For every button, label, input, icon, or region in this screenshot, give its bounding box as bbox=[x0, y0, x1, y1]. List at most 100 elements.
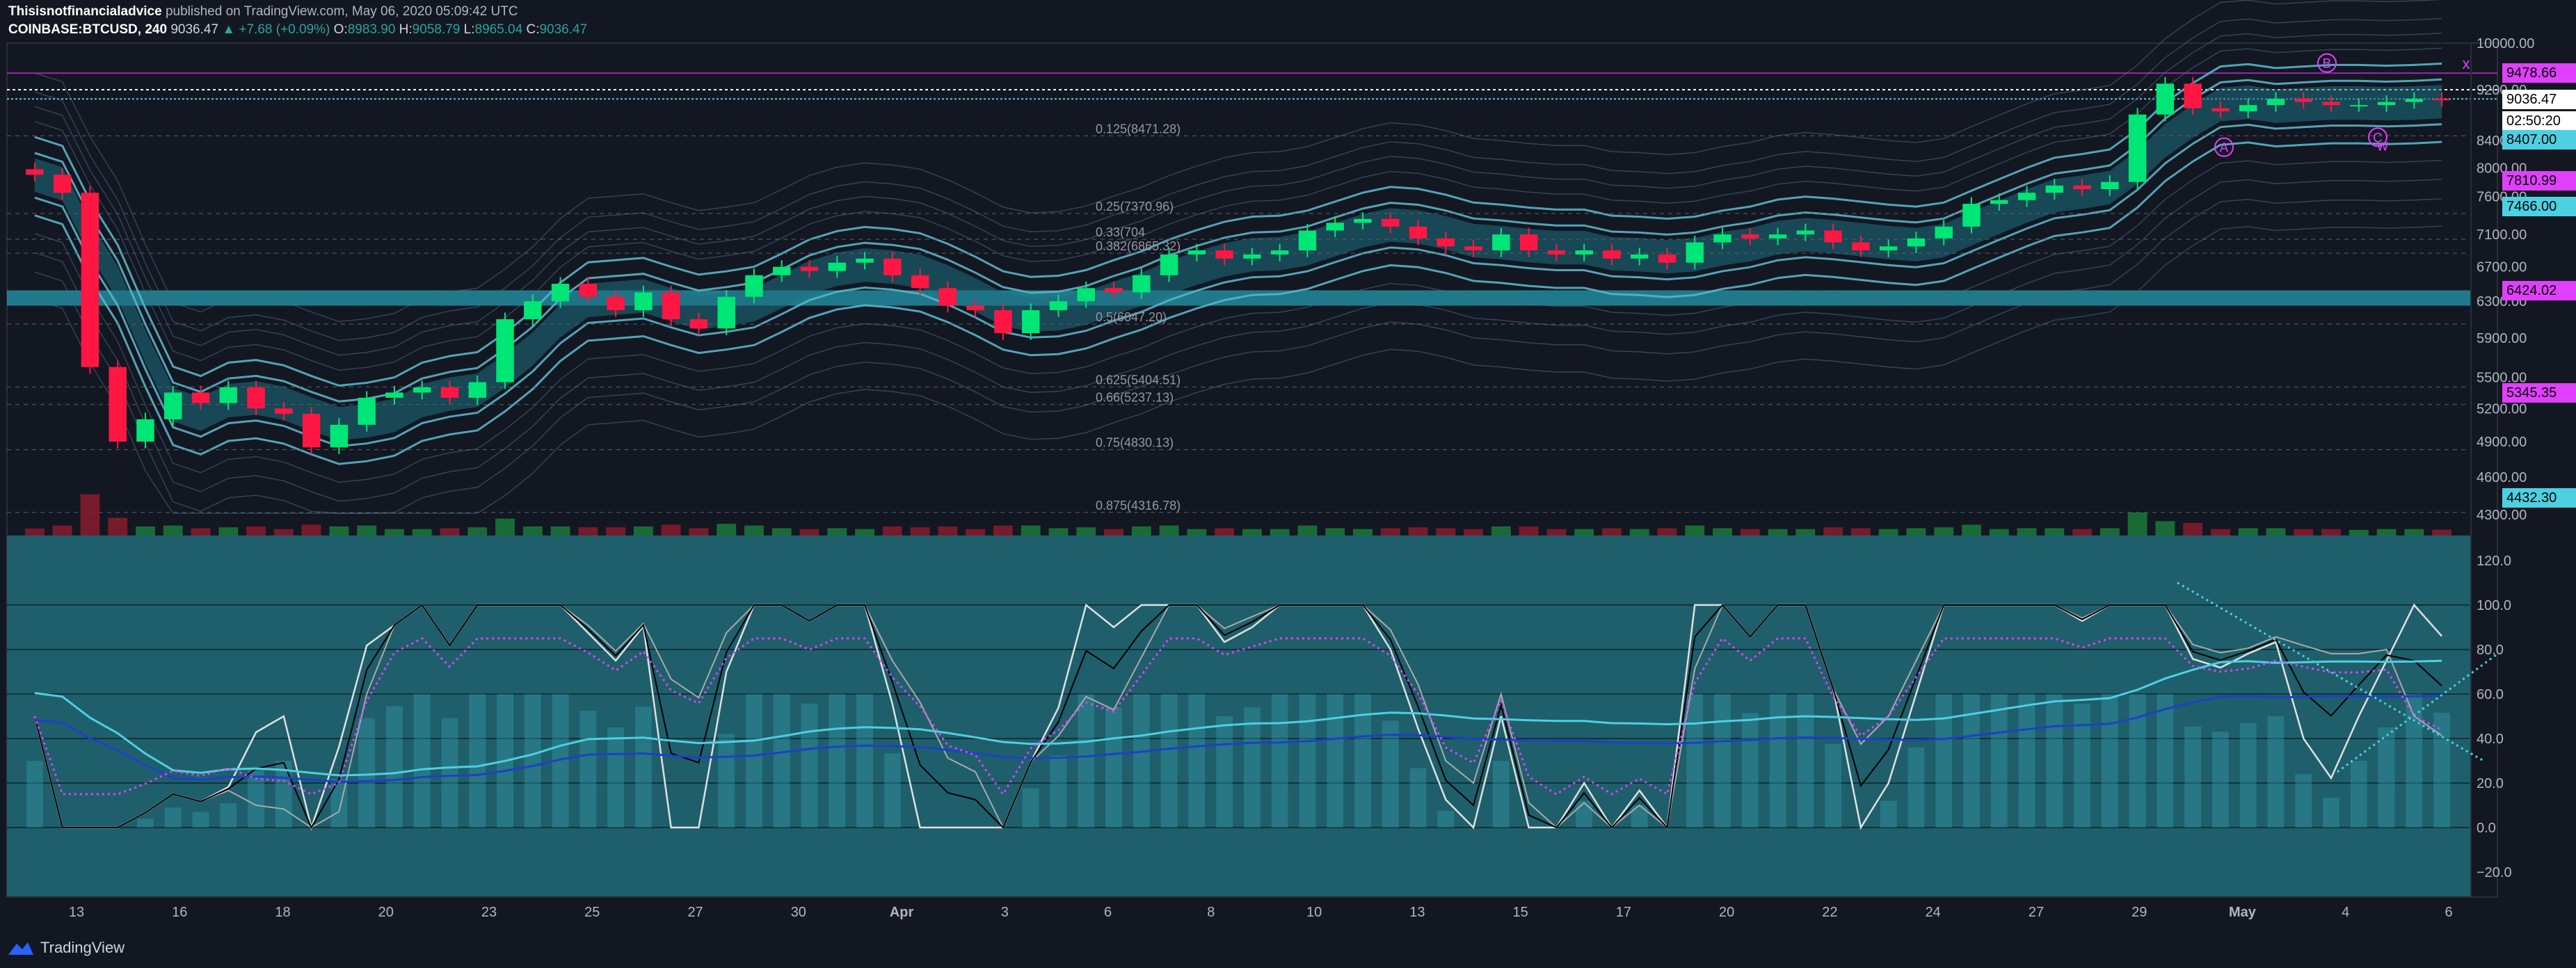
author-name[interactable]: Thisisnotfinancialadvice bbox=[8, 4, 162, 19]
volume-bar bbox=[108, 517, 128, 535]
candle-body bbox=[1907, 238, 1926, 247]
time-tick-label: Apr bbox=[890, 905, 914, 920]
volume-bar bbox=[1878, 529, 1898, 535]
candle-body bbox=[1962, 204, 1981, 227]
price-change: ▲ +7.68 (+0.09%) bbox=[222, 22, 330, 37]
osc-histogram-bar bbox=[2295, 774, 2312, 828]
symbol-label[interactable]: COINBASE:BTCUSD, 240 bbox=[8, 22, 167, 37]
volume-bar bbox=[606, 527, 626, 535]
volume-bar bbox=[2266, 528, 2286, 535]
osc-histogram-bar bbox=[801, 703, 818, 828]
volume-bar bbox=[2072, 529, 2092, 535]
candle-body bbox=[1630, 254, 1649, 259]
volume-bar bbox=[744, 525, 764, 535]
envelope-line bbox=[34, 178, 2442, 502]
price-tag: 9478.66 bbox=[2502, 63, 2576, 83]
osc-histogram-bar bbox=[1576, 800, 1593, 828]
candle-body bbox=[579, 284, 598, 297]
tradingview-logo[interactable]: TradingView bbox=[7, 939, 125, 957]
candle-body bbox=[773, 266, 791, 275]
candle-body bbox=[828, 262, 847, 271]
osc-tick-label: 0.0 bbox=[2477, 821, 2496, 836]
candle-body bbox=[1741, 234, 1759, 239]
osc-histogram-bar bbox=[1769, 694, 1786, 828]
candle-body bbox=[385, 392, 403, 398]
candle-body bbox=[938, 288, 957, 306]
time-tick-label: 27 bbox=[2029, 905, 2044, 920]
osc-histogram-bar bbox=[2433, 712, 2451, 828]
time-tick-label: 13 bbox=[1409, 905, 1425, 920]
candle-body bbox=[136, 419, 154, 442]
osc-histogram-bar bbox=[1437, 811, 1455, 828]
candle bbox=[717, 290, 735, 336]
volume-bar bbox=[1464, 529, 1483, 535]
candle-body bbox=[1519, 234, 1538, 251]
osc-tick-label: 60.0 bbox=[2477, 687, 2504, 702]
candle-body bbox=[1077, 288, 1095, 302]
price-tag: 02:50:20 bbox=[2502, 111, 2576, 131]
wave-letter: B bbox=[2323, 57, 2332, 72]
osc-histogram-bar bbox=[718, 734, 735, 828]
price-tag: 8407.00 bbox=[2502, 130, 2576, 150]
candle-body bbox=[2128, 114, 2147, 182]
candle-body bbox=[2433, 99, 2451, 101]
volume-bar bbox=[1408, 527, 1428, 535]
low-value: 8965.04 bbox=[474, 22, 523, 37]
volume-bar bbox=[1768, 529, 1788, 535]
time-tick-label: 24 bbox=[1926, 905, 1941, 920]
candle-body bbox=[191, 392, 210, 403]
candle-body bbox=[1492, 234, 1510, 251]
candle-body bbox=[662, 292, 680, 320]
chart-header: Thisisnotfinancialadvice published on Tr… bbox=[8, 3, 587, 39]
time-tick-label: 27 bbox=[687, 905, 703, 920]
wave-letter: A bbox=[2220, 141, 2229, 156]
volume-bar bbox=[1131, 526, 1151, 535]
volume-bar bbox=[578, 527, 598, 535]
price-tick-label: 10000.00 bbox=[2477, 36, 2534, 51]
candle-body bbox=[1547, 250, 1566, 255]
volume-bar bbox=[1021, 525, 1041, 535]
volume-bar bbox=[1104, 529, 1123, 535]
candle-body bbox=[1575, 250, 1593, 255]
wave-label: x bbox=[2463, 55, 2470, 72]
osc-histogram-bar bbox=[1825, 744, 1842, 828]
volume-bar bbox=[2321, 529, 2341, 535]
candle-body bbox=[2266, 99, 2285, 106]
time-tick-label: May bbox=[2229, 905, 2257, 920]
osc-histogram-bar bbox=[1105, 707, 1122, 828]
open-value: 8983.90 bbox=[347, 22, 396, 37]
time-tick-label: 3 bbox=[1001, 905, 1009, 920]
osc-histogram-bar bbox=[2323, 798, 2339, 828]
chart-canvas[interactable]: 0.125(8471.28) 0.25(7370.96) 0.33(7040.382… bbox=[0, 0, 2576, 968]
volume-bar bbox=[771, 528, 792, 535]
candle-body bbox=[164, 392, 182, 419]
volume-bar bbox=[1159, 525, 1179, 535]
candle-body bbox=[1658, 254, 1677, 263]
candle-body bbox=[2377, 102, 2396, 106]
osc-histogram-bar bbox=[1133, 694, 1150, 828]
volume-bar bbox=[218, 527, 239, 535]
close-label: C: bbox=[526, 22, 540, 37]
price-axis: 10000.009200.008400.008000.007600.007100… bbox=[2470, 36, 2534, 897]
fib-label: 0.625(5404.51) bbox=[1096, 373, 1181, 387]
price-tick-label: 4600.00 bbox=[2477, 470, 2527, 485]
candle-body bbox=[1354, 218, 1372, 223]
osc-histogram-bar bbox=[856, 694, 873, 828]
volume-bar bbox=[1989, 529, 2009, 535]
osc-histogram-bar bbox=[2157, 694, 2174, 828]
candle-body bbox=[247, 387, 265, 409]
osc-histogram-bar bbox=[579, 711, 597, 828]
osc-histogram-bar bbox=[192, 812, 209, 828]
candle-body bbox=[994, 310, 1012, 334]
price-tag: 4432.30 bbox=[2502, 487, 2576, 508]
candle-body bbox=[330, 424, 349, 448]
osc-histogram-bar bbox=[469, 694, 486, 828]
osc-tick-label: 120.0 bbox=[2477, 554, 2511, 569]
time-tick-label: 29 bbox=[2131, 905, 2147, 920]
osc-histogram-bar bbox=[1714, 694, 1731, 828]
high-value: 9058.79 bbox=[412, 22, 461, 37]
time-tick-label: 15 bbox=[1513, 905, 1528, 920]
fib-label: 0.382(6865.32) bbox=[1096, 239, 1181, 253]
volume-bar bbox=[827, 528, 847, 535]
osc-histogram-bar bbox=[1907, 747, 1925, 828]
